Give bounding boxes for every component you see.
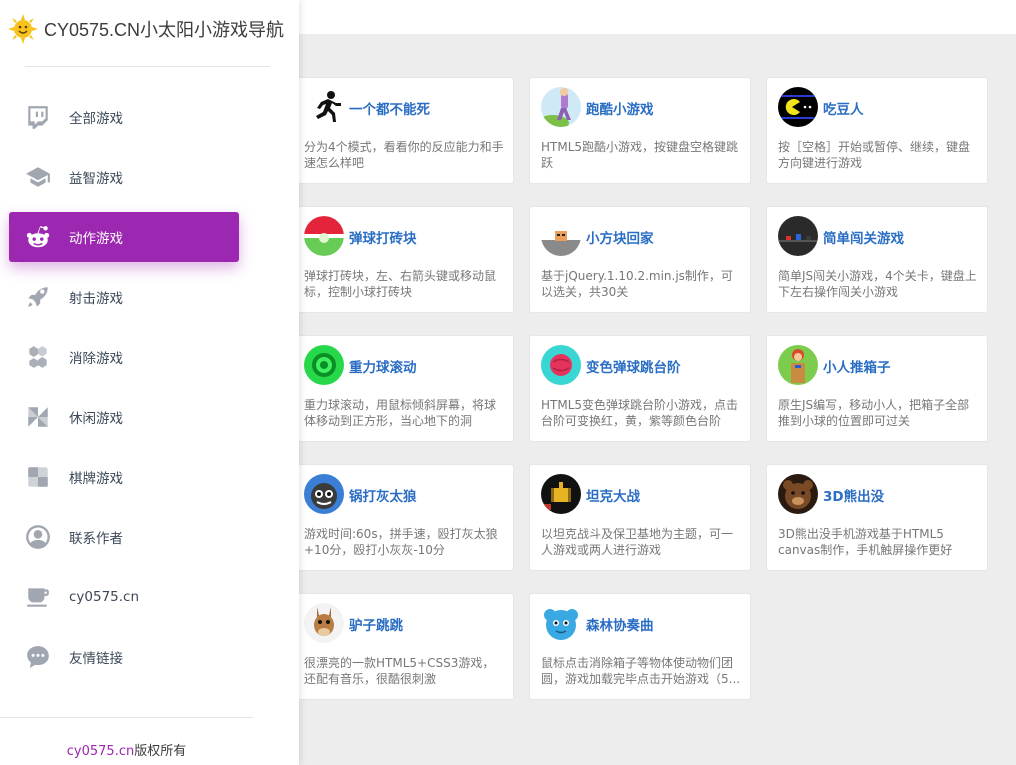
game-title[interactable]: 弹球打砖块 [349, 227, 417, 247]
game-desc: 重力球滚动，用鼠标倾斜屏幕，将球体移动到正方形，当心地下的洞 [304, 398, 497, 428]
sidebar-item-label: 消除游戏 [69, 351, 123, 367]
sidebar-item-contact[interactable]: 联系作者 [9, 512, 239, 562]
game-card[interactable]: 森林协奏曲 鼠标点击消除箱子等物体使动物们团圆，游戏加载完毕点击开始游戏（5..… [529, 593, 751, 700]
sidebar-item-label: 联系作者 [69, 531, 123, 547]
breakout-icon [304, 216, 344, 256]
game-title[interactable]: 驴子跳跳 [349, 614, 403, 634]
sidebar-item-site[interactable]: cy0575.cn [9, 572, 239, 622]
sidebar-item-label: 动作游戏 [69, 231, 123, 247]
pinwheel-icon [23, 402, 53, 432]
bear-icon [778, 474, 818, 514]
parkour-icon [541, 87, 581, 127]
windows-icon[interactable] [972, 0, 990, 6]
game-title[interactable]: 重力球滚动 [349, 356, 417, 376]
game-card[interactable]: 3D熊出没 3D熊出没手机游戏基于HTML5 canvas制作，手机触屏操作更好 [766, 464, 988, 571]
game-title[interactable]: 小方块回家 [586, 227, 654, 247]
game-card[interactable]: 重力球滚动 重力球滚动，用鼠标倾斜屏幕，将球体移动到正方形，当心地下的洞 [292, 335, 514, 442]
game-title[interactable]: 一个都不能死 [349, 98, 430, 118]
sidebar-item-label: 全部游戏 [69, 111, 123, 127]
runner-icon [304, 87, 344, 127]
game-card[interactable]: 驴子跳跳 很漂亮的一款HTML5+CSS3游戏，还配有音乐，很酷很刺激 [292, 593, 514, 700]
game-desc: 以坦克战斗及保卫基地为主题，可一人游戏或两人进行游戏 [541, 527, 734, 557]
sidebar-item-all-games[interactable]: 全部游戏 [9, 92, 239, 142]
forest-icon [541, 603, 581, 643]
sidebar-item-puzzle[interactable]: 益智游戏 [9, 152, 239, 202]
game-desc: 按［空格］开始或暂停、继续，键盘方向键进行游戏 [778, 140, 971, 170]
sidebar: CY0575.CN小太阳小游戏导航 全部游戏 益智游戏 动作游戏 射击游戏 消除… [0, 0, 299, 765]
sidebar-item-label: 友情链接 [69, 651, 123, 667]
sidebar-item-links[interactable]: 友情链接 [9, 632, 239, 682]
game-desc: 分为4个模式，看看你的反应能力和手速怎么样吧 [304, 140, 504, 170]
game-card[interactable]: 小人推箱子 原生JS编写，移动小人，把箱子全部推到小球的位置即可过关 [766, 335, 988, 442]
color-ball-icon [541, 345, 581, 385]
checker-icon [23, 462, 53, 492]
game-title[interactable]: 吃豆人 [823, 98, 864, 118]
sidebar-item-label: 棋牌游戏 [69, 471, 123, 487]
game-card[interactable]: 变色弹球跳台阶 HTML5变色弹球跳台阶小游戏，点击台阶可变换红，黄，紫等颜色台… [529, 335, 751, 442]
coffee-cup-icon [23, 582, 53, 612]
sidebar-item-match[interactable]: 消除游戏 [9, 332, 239, 382]
sidebar-item-label: 益智游戏 [69, 171, 123, 187]
reddit-icon [23, 222, 53, 252]
dark-level-icon [778, 216, 818, 256]
game-desc: 弹球打砖块，左、右箭头键或移动鼠标，控制小球打砖块 [304, 269, 497, 299]
gravity-ball-icon [304, 345, 344, 385]
game-desc: 很漂亮的一款HTML5+CSS3游戏，还配有音乐，很酷很刺激 [304, 656, 495, 686]
pacman-icon [778, 87, 818, 127]
game-card[interactable]: 简单闯关游戏 简单JS闯关小游戏，4个关卡，键盘上下左右操作闯关小游戏 [766, 206, 988, 313]
block-home-icon [541, 216, 581, 256]
footer-copyright: 版权所有 [134, 744, 187, 759]
game-desc: 简单JS闯关小游戏，4个关卡，键盘上下左右操作闯关小游戏 [778, 269, 977, 299]
game-desc: HTML5跑酷小游戏，按键盘空格键跳跃 [541, 140, 739, 170]
sidebar-item-shooting[interactable]: 射击游戏 [9, 272, 239, 322]
game-card[interactable]: 坦克大战 以坦克战斗及保卫基地为主题，可一人游戏或两人进行游戏 [529, 464, 751, 571]
sidebar-item-board[interactable]: 棋牌游戏 [9, 452, 239, 502]
user-circle-icon [23, 522, 53, 552]
game-desc: HTML5变色弹球跳台阶小游戏，点击台阶可变换红，黄，紫等颜色台阶 [541, 398, 739, 428]
graduation-cap-icon [23, 162, 53, 192]
game-title[interactable]: 坦克大战 [586, 485, 640, 505]
game-title[interactable]: 锅打灰太狼 [349, 485, 417, 505]
game-title[interactable]: 森林协奏曲 [586, 614, 654, 634]
game-desc: 鼠标点击消除箱子等物体使动物们团圆，游戏加载完毕点击开始游戏（5... [541, 656, 741, 686]
brand[interactable]: CY0575.CN小太阳小游戏导航 [8, 14, 290, 44]
game-desc: 3D熊出没手机游戏基于HTML5 canvas制作，手机触屏操作更好 [778, 527, 953, 557]
game-card[interactable]: 一个都不能死 分为4个模式，看看你的反应能力和手速怎么样吧 [292, 77, 514, 184]
game-card[interactable]: 吃豆人 按［空格］开始或暂停、继续，键盘方向键进行游戏 [766, 77, 988, 184]
sun-logo-icon [8, 14, 38, 44]
sidebar-item-label: 射击游戏 [69, 291, 123, 307]
sidebar-item-action[interactable]: 动作游戏 [9, 212, 239, 262]
footer-divider [0, 717, 253, 718]
sidebar-nav: 全部游戏 益智游戏 动作游戏 射击游戏 消除游戏 休闲游戏 棋牌游戏 联系作者 … [9, 92, 239, 692]
wolf-icon [304, 474, 344, 514]
brand-divider [25, 66, 270, 67]
donkey-icon [304, 603, 344, 643]
game-desc: 游戏时间:60s，拼手速，殴打灰太狼+10分，殴打小灰灰-10分 [304, 527, 498, 557]
game-title[interactable]: 小人推箱子 [823, 356, 891, 376]
game-title[interactable]: 跑酷小游戏 [586, 98, 654, 118]
game-title[interactable]: 简单闯关游戏 [823, 227, 904, 247]
sokoban-icon [778, 345, 818, 385]
game-desc: 基于jQuery.1.10.2.min.js制作，可以选关，共30关 [541, 269, 733, 299]
game-card[interactable]: 弹球打砖块 弹球打砖块，左、右箭头键或移动鼠标，控制小球打砖块 [292, 206, 514, 313]
twitch-icon [23, 102, 53, 132]
game-title[interactable]: 变色弹球跳台阶 [586, 356, 681, 376]
sidebar-item-label: 休闲游戏 [69, 411, 123, 427]
game-desc: 原生JS编写，移动小人，把箱子全部推到小球的位置即可过关 [778, 398, 970, 428]
game-card[interactable]: 小方块回家 基于jQuery.1.10.2.min.js制作，可以选关，共30关 [529, 206, 751, 313]
game-card[interactable]: 锅打灰太狼 游戏时间:60s，拼手速，殴打灰太狼+10分，殴打小灰灰-10分 [292, 464, 514, 571]
footer-link[interactable]: cy0575.cn [67, 744, 134, 759]
blocks-icon [23, 342, 53, 372]
site-title: CY0575.CN小太阳小游戏导航 [44, 20, 285, 40]
sidebar-item-label: cy0575.cn [69, 589, 140, 605]
sidebar-item-casual[interactable]: 休闲游戏 [9, 392, 239, 442]
game-title[interactable]: 3D熊出没 [823, 485, 884, 505]
tank-icon [541, 474, 581, 514]
rocket-icon [23, 282, 53, 312]
footer: cy0575.cn版权所有 [0, 740, 253, 759]
chat-bubble-icon [23, 642, 53, 672]
game-card[interactable]: 跑酷小游戏 HTML5跑酷小游戏，按键盘空格键跳跃 [529, 77, 751, 184]
